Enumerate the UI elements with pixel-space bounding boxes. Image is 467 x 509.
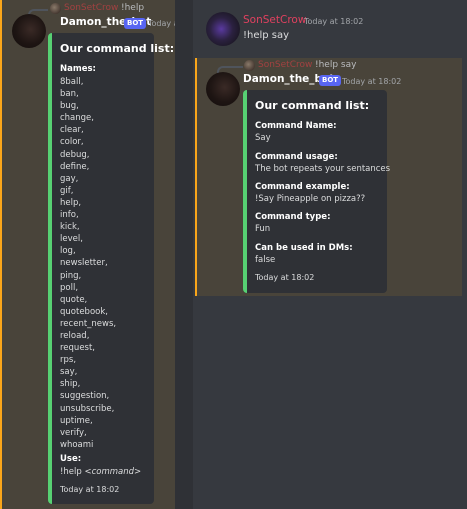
embed-title: Our command list: xyxy=(255,99,370,112)
command-item: recent_news, xyxy=(60,318,117,329)
field-name: Can be used in DMs: xyxy=(255,243,353,253)
command-item: verify, xyxy=(60,427,87,438)
use-prefix: !help xyxy=(60,467,85,477)
command-item: color, xyxy=(60,137,84,148)
command-item: request, xyxy=(60,343,96,354)
command-item: say, xyxy=(60,367,78,378)
bot-avatar[interactable] xyxy=(12,14,46,48)
field-name: Command example: xyxy=(255,182,350,192)
user-avatar[interactable] xyxy=(206,12,240,46)
right-chat-pane: SonSetCrow Today at 18:02 !help say SonS… xyxy=(193,0,467,509)
user-message-text: !help say xyxy=(243,30,290,41)
command-item: whoami xyxy=(60,439,94,450)
command-item: kick, xyxy=(60,222,80,233)
field-value: Say xyxy=(255,133,271,143)
embed-footer: Today at 18:02 xyxy=(255,273,315,282)
reply-avatar[interactable] xyxy=(50,3,61,14)
command-item: help, xyxy=(60,197,82,208)
embed-title: Our command list: xyxy=(60,42,175,55)
command-item: unsubscribe, xyxy=(60,403,115,414)
command-item: bug, xyxy=(60,101,79,112)
command-item: reload, xyxy=(60,330,90,341)
command-item: define, xyxy=(60,161,90,172)
reply-text[interactable]: !help xyxy=(121,3,144,13)
message-timestamp: Today at 18:02 xyxy=(342,77,402,86)
command-item: ship, xyxy=(60,379,81,390)
field-name: Command Name: xyxy=(255,121,337,131)
command-item: debug, xyxy=(60,149,90,160)
message-timestamp: Today at xyxy=(148,19,175,28)
reply-text[interactable]: !help say xyxy=(315,60,356,70)
names-label: Names: xyxy=(60,64,96,74)
field-value: !Say Pineapple on pizza?? xyxy=(255,194,366,204)
use-value: !help <command> xyxy=(60,467,141,477)
command-item: quotebook, xyxy=(60,306,108,317)
bot-badge: BOT xyxy=(124,18,147,29)
left-chat-pane: SonSetCrow !help Damon_the_bot BOT Today… xyxy=(0,0,175,509)
field-value: false xyxy=(255,255,276,265)
command-item: gay, xyxy=(60,173,79,184)
command-item: clear, xyxy=(60,125,84,136)
command-name-list: 8ball, ban, bug, change, clear, color, debug, d… xyxy=(60,76,116,451)
bot-badge: BOT xyxy=(319,75,342,86)
command-item: log, xyxy=(60,246,76,257)
use-argument: <command> xyxy=(84,467,142,477)
use-label: Use: xyxy=(60,454,82,464)
user-username[interactable]: SonSetCrow xyxy=(243,14,306,26)
command-item: 8ball, xyxy=(60,77,84,87)
user-message-timestamp: Today at 18:02 xyxy=(304,17,364,26)
pane-divider xyxy=(175,0,193,509)
field-name: Command usage: xyxy=(255,152,338,162)
command-item: rps, xyxy=(60,355,77,366)
command-item: suggestion, xyxy=(60,391,110,402)
field-value: The bot repeats your sentances xyxy=(255,164,391,174)
reply-author[interactable]: SonSetCrow xyxy=(64,3,118,13)
command-item: level, xyxy=(60,234,83,245)
reply-author[interactable]: SonSetCrow xyxy=(258,60,312,70)
command-item: ping, xyxy=(60,270,82,281)
field-value: Fun xyxy=(255,224,271,234)
command-item: change, xyxy=(60,113,94,124)
command-item: uptime, xyxy=(60,415,93,426)
command-item: newsletter, xyxy=(60,258,108,269)
bot-avatar[interactable] xyxy=(206,72,240,106)
reply-avatar[interactable] xyxy=(244,60,255,71)
command-item: info, xyxy=(60,210,79,221)
embed-footer: Today at 18:02 xyxy=(60,485,120,494)
command-item: ban, xyxy=(60,89,79,100)
command-item: gif, xyxy=(60,185,74,196)
help-embed: Our command list: Names: 8ball, ban, bug, c… xyxy=(48,33,174,504)
command-item: poll, xyxy=(60,282,79,293)
command-item: quote, xyxy=(60,294,88,305)
field-name: Command type: xyxy=(255,212,331,222)
say-command-embed: Our command list: Command Name: Say Comm… xyxy=(243,90,391,293)
